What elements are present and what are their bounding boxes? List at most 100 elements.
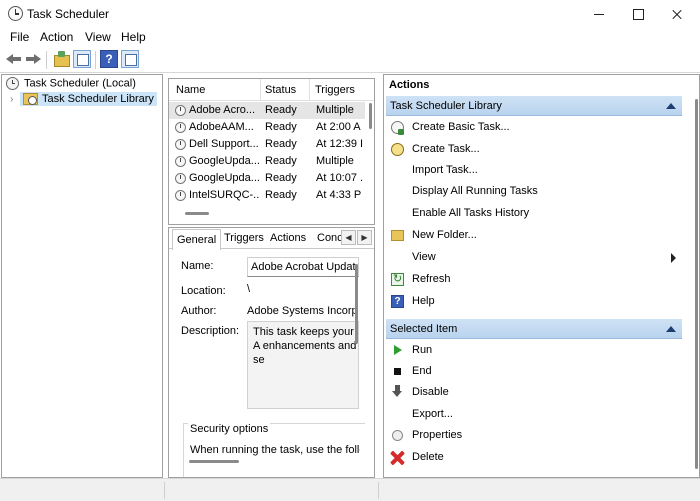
tab-scroll-left-icon[interactable]: ◀ <box>341 230 356 245</box>
location-value: \ <box>247 283 251 295</box>
menu-help[interactable]: Help <box>121 30 146 44</box>
table-row[interactable]: Dell Support... Ready At 12:39 I <box>169 136 365 153</box>
name-field[interactable]: Adobe Acrobat Update <box>247 257 359 277</box>
table-row[interactable]: Adobe Acro... Ready Multiple <box>169 102 365 119</box>
detail-horizontal-scrollbar[interactable] <box>189 460 239 463</box>
action-properties[interactable]: Properties <box>388 426 682 446</box>
task-clock-icon <box>175 189 186 201</box>
action-label: Run <box>412 344 433 356</box>
section-task-scheduler-library[interactable]: Task Scheduler Library <box>386 96 682 116</box>
action-import-task[interactable]: Import Task... <box>388 161 682 181</box>
action-view[interactable]: View <box>388 248 682 268</box>
tree-item-label: Task Scheduler (Local) <box>24 77 136 90</box>
column-divider[interactable] <box>309 79 310 101</box>
security-options-text: When running the task, use the follo <box>190 444 360 456</box>
column-header-status[interactable]: Status <box>265 84 296 100</box>
action-end[interactable]: End <box>388 362 682 382</box>
task-triggers: At 2:00 A <box>316 121 361 133</box>
task-list: Name Status Triggers Adobe Acro... Ready… <box>168 78 375 225</box>
action-label: Import Task... <box>412 164 478 176</box>
refresh-icon <box>391 272 404 286</box>
table-row[interactable]: AdobeAAM... Ready At 2:00 A <box>169 119 365 136</box>
actions-vertical-scrollbar[interactable] <box>695 99 698 469</box>
tree-item-task-scheduler-library[interactable]: › Task Scheduler Library <box>10 92 157 109</box>
menu-bar: File Action View Help <box>0 28 700 47</box>
task-triggers: At 4:33 P <box>316 189 362 201</box>
show-hide-action-pane-icon[interactable] <box>121 50 139 68</box>
end-icon <box>394 368 401 375</box>
window-title: Task Scheduler <box>27 7 110 21</box>
detail-tabs: General Triggers Actions Conc ◀ ▶ <box>169 228 374 250</box>
title-bar: Task Scheduler <box>0 0 700 28</box>
detail-vertical-scrollbar[interactable] <box>355 264 358 344</box>
description-label: Description: <box>181 325 240 337</box>
task-clock-icon <box>175 155 186 167</box>
forward-arrow-icon[interactable] <box>24 50 42 68</box>
tree-item-label: Task Scheduler Library <box>42 93 154 105</box>
task-name: GoogleUpda... <box>189 172 259 184</box>
task-list-vertical-scrollbar[interactable] <box>369 103 372 129</box>
action-label: Disable <box>412 386 449 398</box>
security-options-group: Security options When running the task, … <box>183 423 365 477</box>
action-export[interactable]: Export... <box>388 405 682 425</box>
action-display-running-tasks[interactable]: Display All Running Tasks <box>388 182 682 202</box>
up-folder-icon[interactable] <box>53 50 71 68</box>
section-selected-item[interactable]: Selected Item <box>386 319 682 339</box>
task-status: Ready <box>265 155 297 167</box>
action-disable[interactable]: Disable <box>388 383 682 403</box>
tab-scroll-right-icon[interactable]: ▶ <box>357 230 372 245</box>
toolbar-separator <box>95 51 96 69</box>
action-create-task[interactable]: Create Task... <box>388 140 682 160</box>
clock-wizard-icon <box>391 121 404 135</box>
action-enable-tasks-history[interactable]: Enable All Tasks History <box>388 204 682 224</box>
location-label: Location: <box>181 285 226 297</box>
author-value: Adobe Systems Incorp <box>247 305 357 317</box>
close-button[interactable] <box>654 0 700 28</box>
action-run[interactable]: Run <box>388 341 682 361</box>
actions-title: Actions <box>389 79 430 91</box>
tab-actions[interactable]: Actions <box>270 232 306 249</box>
column-header-name[interactable]: Name <box>176 84 205 100</box>
task-clock-icon <box>175 138 186 150</box>
tab-triggers[interactable]: Triggers <box>224 232 264 249</box>
action-label: End <box>412 365 432 377</box>
column-divider[interactable] <box>260 79 261 101</box>
table-row[interactable]: GoogleUpda... Ready Multiple <box>169 153 365 170</box>
task-triggers: Multiple <box>316 104 354 116</box>
chevron-right-icon[interactable]: › <box>10 94 18 105</box>
tab-conditions[interactable]: Conc <box>317 232 341 249</box>
action-label: Create Task... <box>412 143 480 155</box>
tree-item-task-scheduler-local[interactable]: Task Scheduler (Local) <box>6 77 136 93</box>
show-hide-console-tree-icon[interactable] <box>73 50 91 68</box>
collapse-arrow-icon[interactable] <box>666 103 676 109</box>
tab-general[interactable]: General <box>172 229 222 250</box>
help-icon[interactable]: ? <box>100 50 118 68</box>
back-arrow-icon[interactable] <box>5 50 23 68</box>
collapse-arrow-icon[interactable] <box>666 326 676 332</box>
menu-action[interactable]: Action <box>40 30 73 44</box>
status-divider <box>164 482 165 499</box>
name-value: Adobe Acrobat Update <box>251 261 357 273</box>
menu-file[interactable]: File <box>10 30 29 44</box>
action-delete[interactable]: Delete <box>388 448 682 468</box>
task-detail-pane: General Triggers Actions Conc ◀ ▶ Name: … <box>168 227 375 478</box>
action-label: View <box>412 251 436 263</box>
menu-view[interactable]: View <box>85 30 111 44</box>
library-folder-icon <box>23 93 38 106</box>
column-header-triggers[interactable]: Triggers <box>315 84 355 100</box>
task-list-horizontal-scrollbar[interactable] <box>185 212 209 215</box>
action-refresh[interactable]: Refresh <box>388 270 682 290</box>
action-help[interactable]: ? Help <box>388 292 682 312</box>
action-create-basic-task[interactable]: Create Basic Task... <box>388 118 682 138</box>
console-tree: Task Scheduler (Local) › Task Scheduler L… <box>1 74 163 478</box>
create-task-icon <box>391 143 404 156</box>
security-options-title: Security options <box>188 423 271 435</box>
action-label: Enable All Tasks History <box>412 207 530 219</box>
table-row[interactable]: GoogleUpda... Ready At 10:07 . <box>169 170 365 187</box>
action-new-folder[interactable]: New Folder... <box>388 226 682 246</box>
description-field[interactable]: This task keeps your A enhancements and … <box>247 321 359 409</box>
section-title: Selected Item <box>390 323 458 335</box>
table-row[interactable]: IntelSURQC-... Ready At 4:33 P <box>169 187 365 204</box>
toolbar-separator <box>46 51 47 69</box>
task-scheduler-clock-icon <box>8 6 23 21</box>
